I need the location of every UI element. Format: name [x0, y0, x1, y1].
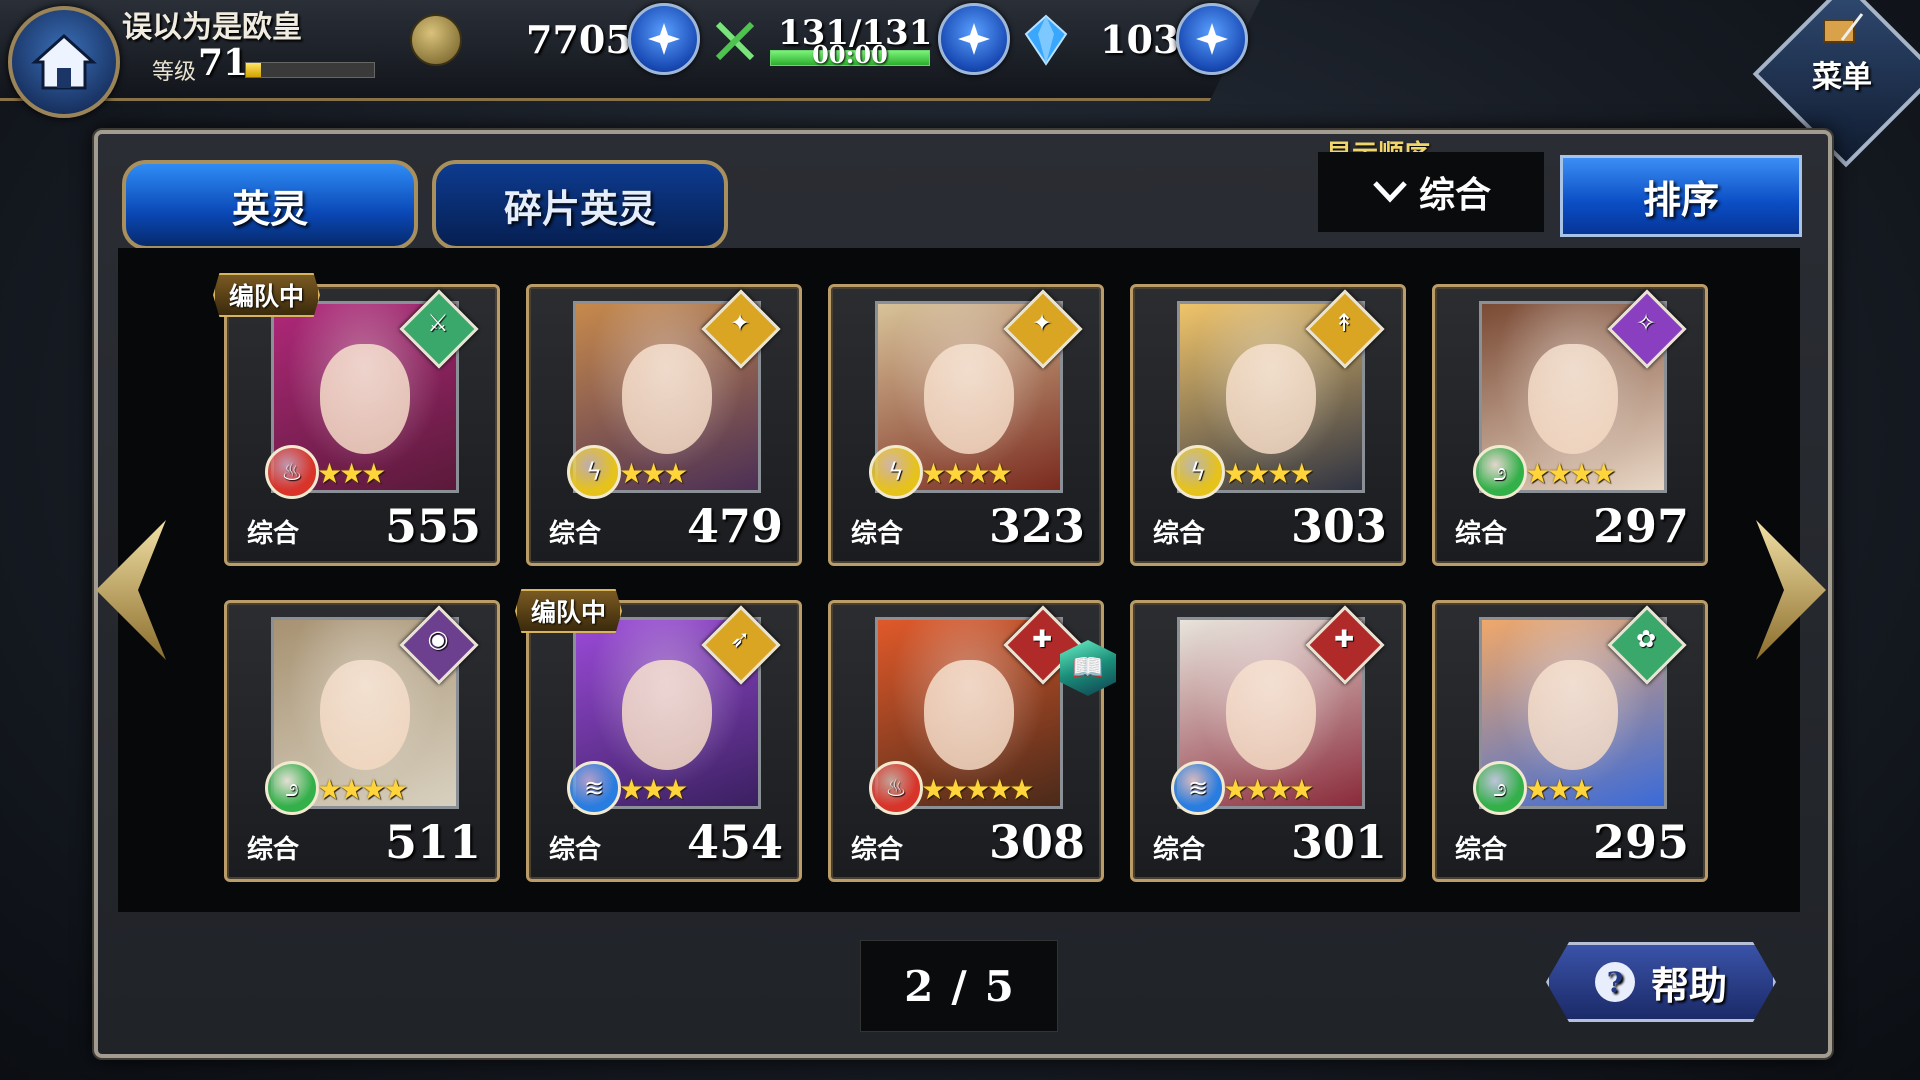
stat-value: 323: [988, 499, 1085, 553]
rarity-stars: ★★★: [1525, 773, 1594, 806]
exp-bar: [245, 62, 375, 78]
chevron-down-icon: [1373, 181, 1407, 203]
stat-label: 综合: [1455, 519, 1508, 549]
wind-element-icon: ೨: [265, 761, 319, 815]
class-glyph: ✿: [1635, 625, 1657, 653]
page-separator: /: [951, 961, 967, 1011]
page-total: 5: [984, 961, 1014, 1011]
stat-label: 综合: [247, 519, 300, 549]
hero-card[interactable]: ◉ ೨ ★★★★ 综合 511: [224, 600, 500, 882]
stat-value: 454: [686, 815, 783, 869]
add-stamina-button[interactable]: [938, 3, 1010, 75]
stat-value: 555: [384, 499, 481, 553]
add-crystal-button[interactable]: [1176, 3, 1248, 75]
stat-label: 综合: [1153, 835, 1206, 865]
class-glyph: ↟: [1333, 309, 1355, 337]
thunder-element-icon: ϟ: [1171, 445, 1225, 499]
sort-button[interactable]: 排序: [1560, 155, 1802, 237]
book-quill-icon: [1823, 13, 1864, 43]
class-glyph: ⚔: [427, 309, 449, 337]
rarity-stars: ★★★★: [317, 773, 408, 806]
stat-label: 综合: [549, 519, 602, 549]
tab-hero-fragments[interactable]: 碎片英灵: [432, 160, 728, 250]
crystal-counter: 103: [1100, 8, 1179, 70]
hero-card[interactable]: ✦ ϟ ★★★★ 综合 323: [828, 284, 1104, 566]
class-glyph: ✦: [729, 309, 751, 337]
help-button[interactable]: ? 帮助: [1546, 942, 1776, 1022]
stat-label: 综合: [549, 835, 602, 865]
exp-bar-fill: [246, 63, 262, 77]
class-glyph: ✦: [1031, 309, 1053, 337]
stat-label: 综合: [851, 519, 904, 549]
home-button[interactable]: [8, 6, 120, 118]
stat-value: 308: [988, 815, 1085, 869]
stat-label: 综合: [851, 835, 904, 865]
hero-card[interactable]: ✧ ೨ ★★★★ 综合 297: [1432, 284, 1708, 566]
crossed-swords-icon: [715, 21, 755, 61]
stat-label: 综合: [1153, 519, 1206, 549]
stat-value: 303: [1290, 499, 1387, 553]
crystal-value: 103: [1100, 16, 1180, 62]
page-indicator: 2 / 5: [860, 940, 1058, 1032]
hero-card[interactable]: ✦ ϟ ★★★ 综合 479: [526, 284, 802, 566]
wind-element-icon: ೨: [1473, 761, 1527, 815]
add-gold-button[interactable]: [628, 3, 700, 75]
rarity-stars: ★★★★: [921, 457, 1012, 490]
crystal-icon: [1024, 14, 1068, 66]
hero-card[interactable]: ↟ ϟ ★★★★ 综合 303: [1130, 284, 1406, 566]
stat-label: 综合: [247, 835, 300, 865]
plus-icon: [648, 23, 680, 55]
in-party-ribbon: 编队中: [515, 589, 623, 633]
rarity-stars: ★★★★: [1525, 457, 1616, 490]
wind-element-icon: ೨: [1473, 445, 1527, 499]
stat-value: 295: [1592, 815, 1689, 869]
class-glyph: ➶: [729, 625, 751, 653]
page-current: 2: [904, 961, 934, 1011]
sort-order-selected: 综合: [1418, 174, 1491, 216]
rarity-stars: ★★★★: [1223, 773, 1314, 806]
class-glyph: ◉: [427, 625, 449, 653]
hero-card[interactable]: ✚ ♨ ★★★★★ 综合 308: [828, 600, 1104, 882]
tab-heroes[interactable]: 英灵: [122, 160, 418, 250]
sort-order-dropdown[interactable]: 综合: [1318, 152, 1544, 232]
stat-value: 479: [686, 499, 783, 553]
thunder-element-icon: ϟ: [567, 445, 621, 499]
in-party-ribbon: 编队中: [213, 273, 321, 317]
stat-value: 301: [1290, 815, 1387, 869]
stat-value: 511: [384, 815, 481, 869]
rarity-stars: ★★★★: [1223, 457, 1314, 490]
hero-card[interactable]: ➶ ≋ ★★★ 综合 454 编队中: [515, 589, 802, 882]
stamina-timer: 00:00: [812, 40, 888, 69]
fire-element-icon: ♨: [265, 445, 319, 499]
class-glyph: ✚: [1333, 625, 1355, 653]
rarity-stars: ★★★: [619, 773, 688, 806]
water-element-icon: ≋: [1171, 761, 1225, 815]
class-glyph: ✧: [1635, 309, 1657, 337]
hero-card[interactable]: ✚ ≋ ★★★★ 综合 301: [1130, 600, 1406, 882]
rarity-stars: ★★★: [619, 457, 688, 490]
rarity-stars: ★★★★★: [921, 773, 1035, 806]
rarity-stars: ★★★: [317, 457, 386, 490]
level-label: 等级: [152, 60, 197, 85]
class-glyph: ✚: [1031, 625, 1053, 653]
gold-value: 7705: [526, 16, 632, 62]
player-name: 误以为是欧皇: [122, 10, 302, 45]
help-icon: ?: [1594, 962, 1635, 1002]
plus-icon: [1196, 23, 1228, 55]
hero-card[interactable]: ✿ ೨ ★★★ 综合 295: [1432, 600, 1708, 882]
stat-label: 综合: [1455, 835, 1508, 865]
help-label: 帮助: [1650, 962, 1727, 1008]
gold-counter: 7705: [526, 8, 632, 70]
home-icon: [31, 33, 97, 90]
menu-label: 菜单: [1812, 60, 1872, 95]
water-element-icon: ≋: [567, 761, 621, 815]
level-value: 71: [198, 42, 249, 84]
fire-element-icon: ♨: [869, 761, 923, 815]
hero-card[interactable]: ⚔ ♨ ★★★ 综合 555 编队中: [213, 273, 500, 566]
plus-icon: [958, 23, 990, 55]
stat-value: 297: [1592, 499, 1689, 553]
coin-icon: [410, 14, 462, 66]
thunder-element-icon: ϟ: [869, 445, 923, 499]
